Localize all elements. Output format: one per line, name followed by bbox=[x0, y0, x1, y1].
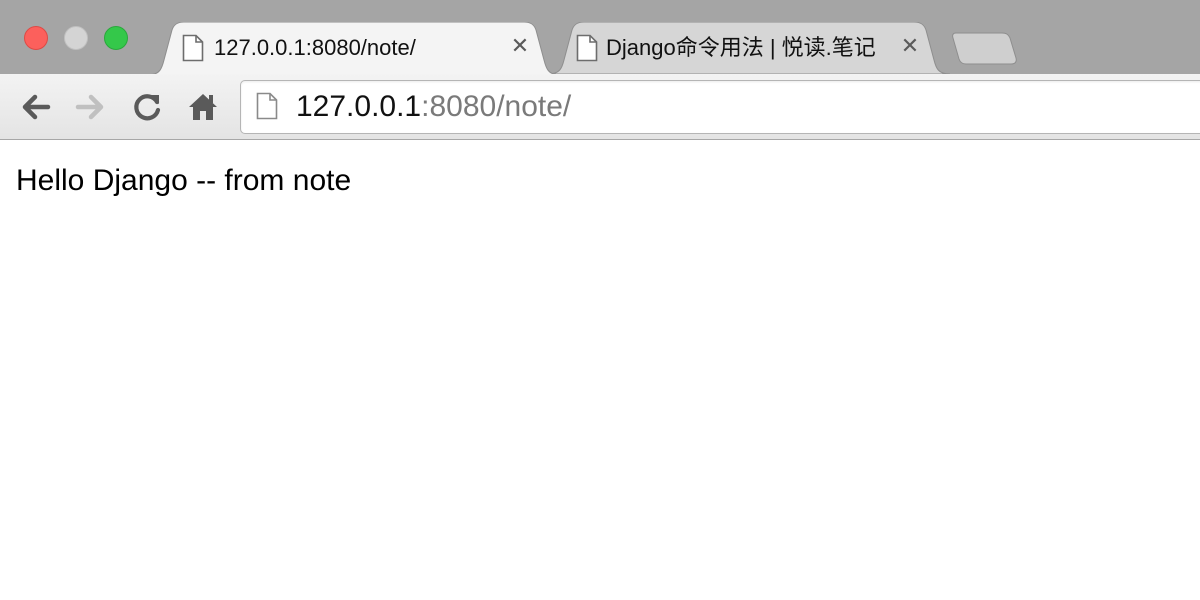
tab-title: Django命令用法 | 悦读.笔记 bbox=[606, 35, 876, 60]
new-tab-button[interactable] bbox=[950, 30, 1018, 66]
tab-title: 127.0.0.1:8080/note/ bbox=[214, 35, 416, 60]
page-content: Hello Django -- from note bbox=[0, 141, 1200, 600]
page-icon bbox=[256, 92, 278, 120]
window-close-button[interactable] bbox=[24, 26, 48, 50]
tab-close-icon[interactable]: ✕ bbox=[510, 36, 530, 58]
forward-arrow-icon[interactable] bbox=[74, 90, 108, 124]
page-body-text: Hello Django -- from note bbox=[16, 164, 352, 197]
url-path: :8080/note/ bbox=[421, 90, 572, 123]
url-text[interactable]: 127.0.0.1:8080/note/ bbox=[296, 89, 571, 125]
page-icon bbox=[182, 34, 204, 62]
tab-close-icon[interactable]: ✕ bbox=[900, 36, 920, 58]
url-host: 127.0.0.1 bbox=[296, 90, 422, 123]
back-arrow-icon[interactable] bbox=[18, 90, 52, 124]
tab-strip: Django命令用法 | 悦读.笔记 ✕ 127.0.0.1:8080/note… bbox=[0, 0, 1200, 75]
window-minimize-button[interactable] bbox=[64, 26, 88, 50]
toolbar: 127.0.0.1:8080/note/ bbox=[0, 74, 1200, 140]
browser-window: Django命令用法 | 悦读.笔记 ✕ 127.0.0.1:8080/note… bbox=[0, 0, 1200, 600]
home-icon[interactable] bbox=[186, 90, 220, 124]
reload-icon[interactable] bbox=[130, 90, 164, 124]
tab-note[interactable]: 127.0.0.1:8080/note/ ✕ bbox=[148, 22, 560, 75]
window-zoom-button[interactable] bbox=[104, 26, 128, 50]
tab-django-commands[interactable]: Django命令用法 | 悦读.笔记 ✕ bbox=[548, 22, 950, 74]
address-bar[interactable]: 127.0.0.1:8080/note/ bbox=[240, 80, 1200, 134]
page-icon bbox=[576, 34, 598, 62]
